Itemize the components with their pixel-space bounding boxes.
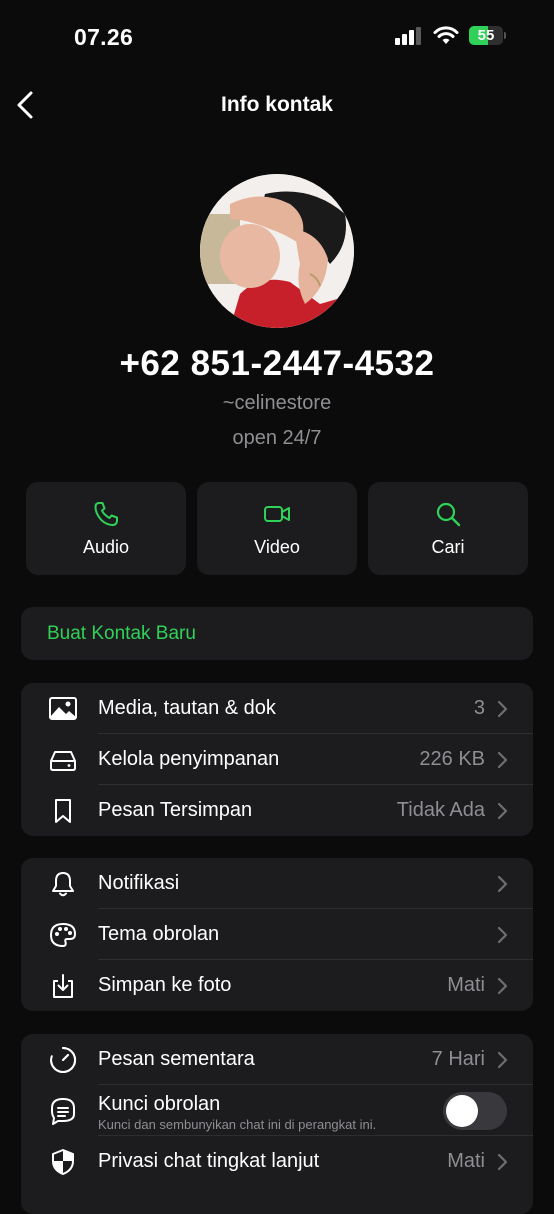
storage-size: 226 KB bbox=[419, 748, 485, 770]
chat-lock-description: Kunci dan sembunyikan chat ini di perang… bbox=[98, 1117, 377, 1132]
saved-label: Pesan Tersimpan bbox=[98, 799, 253, 821]
palette-icon bbox=[49, 921, 77, 949]
row-chat-theme[interactable]: Tema obrolan bbox=[21, 909, 533, 960]
toggle-knob bbox=[446, 1095, 478, 1127]
download-icon bbox=[49, 972, 77, 1000]
chevron-right-icon bbox=[497, 802, 508, 820]
wifi-icon bbox=[433, 26, 459, 44]
notifications-label: Notifikasi bbox=[98, 872, 180, 894]
contact-username: ~celinestore bbox=[222, 392, 332, 414]
bell-icon bbox=[49, 870, 77, 898]
chat-lock-icon bbox=[49, 1097, 77, 1125]
chevron-right-icon bbox=[497, 977, 508, 995]
privacy-group: Pesan sementara 7 Hari Kunci obrolan Kun… bbox=[21, 1034, 533, 1214]
chevron-right-icon bbox=[497, 926, 508, 944]
storage-icon bbox=[49, 746, 77, 774]
row-saved-messages[interactable]: Pesan Tersimpan Tidak Ada bbox=[21, 785, 533, 836]
shield-icon bbox=[49, 1148, 77, 1176]
row-advanced-chat-privacy[interactable]: Privasi chat tingkat lanjut Mati bbox=[21, 1136, 533, 1187]
row-save-to-photos[interactable]: Simpan ke foto Mati bbox=[21, 960, 533, 1011]
nav-bar: Info kontak bbox=[0, 76, 554, 134]
audio-label: Audio bbox=[82, 536, 130, 557]
theme-label: Tema obrolan bbox=[98, 923, 220, 945]
contact-about: open 24/7 bbox=[232, 427, 322, 449]
media-label: Media, tautan & dok bbox=[98, 697, 276, 719]
video-call-button[interactable]: Video bbox=[197, 482, 357, 575]
advanced-privacy-value: Mati bbox=[447, 1150, 485, 1172]
storage-label: Kelola penyimpanan bbox=[98, 748, 280, 770]
row-media-links-docs[interactable]: Media, tautan & dok 3 bbox=[21, 683, 533, 734]
create-contact-label: Buat Kontak Baru bbox=[47, 623, 196, 644]
disappearing-label: Pesan sementara bbox=[98, 1048, 255, 1070]
row-notifications[interactable]: Notifikasi bbox=[21, 858, 533, 909]
row-chat-lock: Kunci obrolan Kunci dan sembunyikan chat… bbox=[21, 1085, 533, 1136]
row-manage-storage[interactable]: Kelola penyimpanan 226 KB bbox=[21, 734, 533, 785]
chat-lock-label: Kunci obrolan bbox=[98, 1093, 221, 1115]
chevron-right-icon bbox=[497, 1051, 508, 1069]
contact-phone-number: +62 851-2447-4532 bbox=[119, 344, 435, 383]
chevron-right-icon bbox=[497, 751, 508, 769]
battery-icon: 55 bbox=[469, 26, 506, 45]
page-title: Info kontak bbox=[220, 93, 333, 116]
audio-call-button[interactable]: Audio bbox=[26, 482, 186, 575]
cellular-signal-icon bbox=[395, 26, 421, 45]
chevron-right-icon bbox=[497, 700, 508, 718]
chat-settings-group: Notifikasi Tema obrolan Simpan ke foto M… bbox=[21, 858, 533, 1011]
search-icon bbox=[436, 502, 461, 526]
avatar[interactable] bbox=[200, 174, 354, 328]
timer-icon bbox=[49, 1046, 77, 1074]
search-label: Cari bbox=[431, 536, 465, 557]
row-disappearing-messages[interactable]: Pesan sementara 7 Hari bbox=[21, 1034, 533, 1085]
save-photos-value: Mati bbox=[447, 974, 485, 996]
disappearing-value: 7 Hari bbox=[431, 1048, 485, 1070]
media-count: 3 bbox=[473, 697, 485, 719]
media-storage-group: Media, tautan & dok 3 Kelola penyimpanan… bbox=[21, 683, 533, 836]
status-time: 07.26 bbox=[74, 24, 134, 50]
image-icon bbox=[49, 695, 77, 723]
search-button[interactable]: Cari bbox=[368, 482, 528, 575]
status-icons: 55 bbox=[395, 26, 506, 45]
create-contact-button[interactable]: Buat Kontak Baru bbox=[21, 607, 533, 660]
chat-lock-toggle[interactable] bbox=[443, 1092, 507, 1130]
advanced-privacy-label: Privasi chat tingkat lanjut bbox=[98, 1150, 320, 1172]
avatar-photo bbox=[200, 174, 354, 328]
action-buttons: Audio Video Cari bbox=[26, 482, 528, 575]
video-label: Video bbox=[254, 536, 300, 557]
chevron-right-icon bbox=[497, 1153, 508, 1171]
chevron-right-icon bbox=[497, 875, 508, 893]
bookmark-icon bbox=[49, 797, 77, 825]
phone-icon bbox=[94, 501, 118, 526]
saved-value: Tidak Ada bbox=[396, 799, 485, 821]
battery-percent: 55 bbox=[477, 27, 495, 44]
save-photos-label: Simpan ke foto bbox=[98, 974, 232, 996]
status-bar: 07.26 55 bbox=[0, 0, 554, 76]
video-icon bbox=[264, 505, 290, 522]
